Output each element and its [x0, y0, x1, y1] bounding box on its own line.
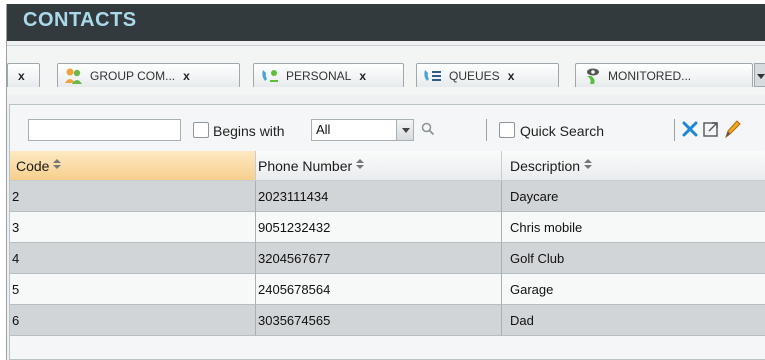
- chevron-down-icon[interactable]: [396, 120, 413, 140]
- quick-search-label: Quick Search: [520, 123, 605, 139]
- toolbar-divider: [674, 119, 675, 141]
- tab-label: MONITORED...: [608, 68, 692, 83]
- quick-search-checkbox[interactable]: [499, 122, 515, 138]
- filter-select[interactable]: All: [311, 119, 414, 141]
- sort-icon[interactable]: [53, 159, 62, 169]
- toolbar-divider: [486, 119, 487, 141]
- tab-label: QUEUES: [449, 68, 500, 83]
- column-header-label: Phone Number: [258, 158, 353, 174]
- contacts-panel: Begins with All Quick Search Code Phone …: [9, 104, 765, 360]
- begins-with-label: Begins with: [213, 123, 285, 139]
- tab-overflow-dropdown[interactable]: [754, 63, 765, 87]
- external-window-icon[interactable]: [702, 120, 720, 138]
- cell-phone-number: 3204567677: [256, 243, 502, 274]
- cell-phone-number: 3035674565: [256, 305, 502, 336]
- table-row[interactable]: 2 2023111434 Daycare: [10, 181, 765, 212]
- column-header-phone-number[interactable]: Phone Number: [256, 151, 502, 181]
- filter-selected-value: All: [316, 122, 331, 137]
- title-bar: CONTACTS: [7, 4, 765, 41]
- tab-personal[interactable]: PERSONAL x: [253, 63, 404, 87]
- tab-monitored[interactable]: MONITORED...: [575, 63, 753, 87]
- table-row[interactable]: 5 2405678564 Garage: [10, 274, 765, 305]
- cell-code: 5: [10, 274, 256, 305]
- cell-description: Daycare: [502, 181, 765, 212]
- group-contacts-icon: [64, 67, 84, 85]
- cell-code: 4: [10, 243, 256, 274]
- tab-queues[interactable]: QUEUES x: [416, 63, 559, 87]
- column-header-label: Code: [16, 158, 50, 174]
- cell-code: 6: [10, 305, 256, 336]
- cell-code: 3: [10, 212, 256, 243]
- tab-close-button[interactable]: x: [359, 69, 366, 83]
- cell-phone-number: 2405678564: [256, 274, 502, 305]
- table-header-row: Code Phone Number Description: [10, 151, 765, 181]
- search-toolbar: Begins with All Quick Search: [10, 105, 765, 151]
- tab-label: PERSONAL: [286, 68, 352, 83]
- search-input[interactable]: [28, 119, 181, 141]
- column-header-code[interactable]: Code: [10, 151, 256, 181]
- sort-icon[interactable]: [584, 159, 593, 169]
- cell-description: Golf Club: [502, 243, 765, 274]
- sort-icon[interactable]: [356, 159, 365, 169]
- begins-with-checkbox[interactable]: [193, 122, 209, 138]
- cell-description: Chris mobile: [502, 212, 765, 243]
- table-row[interactable]: 6 3035674565 Dad: [10, 305, 765, 336]
- personal-contacts-icon: [260, 67, 280, 85]
- tab-close-button[interactable]: x: [183, 69, 190, 83]
- tab-close-button[interactable]: x: [508, 69, 515, 83]
- cell-code: 2: [10, 181, 256, 212]
- monitored-icon: [582, 67, 602, 85]
- cell-phone-number: 9051232432: [256, 212, 502, 243]
- edit-pencil-icon[interactable]: [722, 118, 742, 140]
- cell-phone-number: 2023111434: [256, 181, 502, 212]
- column-header-label: Description: [510, 158, 581, 174]
- tab-strip: x GROUP COM... x PERSONAL x QUEUES x MON…: [7, 45, 765, 95]
- delete-icon[interactable]: [681, 120, 699, 138]
- tab-partial[interactable]: x: [7, 63, 40, 87]
- table-row[interactable]: 4 3204567677 Golf Club: [10, 243, 765, 274]
- window-title: CONTACTS: [23, 9, 137, 31]
- column-header-description[interactable]: Description: [502, 151, 765, 181]
- tab-group-contacts[interactable]: GROUP COM... x: [57, 63, 240, 87]
- cell-description: Garage: [502, 274, 765, 305]
- search-icon[interactable]: [420, 121, 436, 137]
- tab-close-button[interactable]: x: [18, 69, 25, 83]
- contacts-table: Code Phone Number Description 2 20231114…: [10, 151, 765, 336]
- tab-label: GROUP COM...: [90, 68, 176, 83]
- contacts-window: CONTACTS x GROUP COM... x PERSONAL x QUE…: [6, 4, 765, 360]
- cell-description: Dad: [502, 305, 765, 336]
- queues-icon: [423, 67, 443, 85]
- table-row[interactable]: 3 9051232432 Chris mobile: [10, 212, 765, 243]
